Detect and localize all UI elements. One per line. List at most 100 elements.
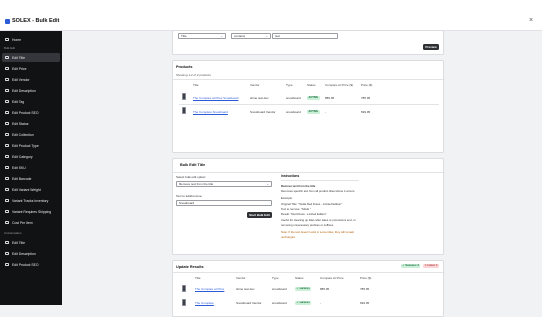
column-header: Title xyxy=(195,276,201,280)
text-to-remove-input[interactable]: Snowboard xyxy=(176,200,272,206)
update-results-title: Update Results xyxy=(176,265,204,269)
product-type-icon xyxy=(5,143,9,148)
description-icon xyxy=(5,88,9,93)
sidebar-item-edit-variant-weight[interactable]: Edit Variant Weight xyxy=(2,185,60,194)
bulk-edit-title: Bulk Edit Title xyxy=(180,163,206,167)
sidebar-section-ai-automation: AI Automation xyxy=(4,231,22,235)
product-title-link[interactable]: The Compare at Price Snowboard xyxy=(193,96,238,100)
instruction-line: Remove text from the title xyxy=(281,184,316,188)
seo-icon xyxy=(5,110,9,115)
chevron-down-icon: ⌄ xyxy=(266,182,269,186)
result-compare-price: - xyxy=(320,301,321,305)
success-count-badge: ✓ Success: 2 xyxy=(401,264,421,268)
sidebar-item-variant-requires-shipping[interactable]: Variant Requires Shipping xyxy=(2,207,60,216)
product-compare-price: 885.95 xyxy=(325,96,335,100)
column-header: Compare At Price ($) xyxy=(325,83,354,87)
divider xyxy=(173,172,445,173)
product-thumbnail xyxy=(182,285,186,292)
divider xyxy=(281,180,359,181)
product-title-link[interactable]: The Complete Snowboard xyxy=(193,110,228,114)
result-price: 699.95 xyxy=(360,301,370,305)
barcode-icon xyxy=(5,176,9,181)
column-header: Price ($) xyxy=(360,276,372,280)
products-summary: Showing 1-2 of 2 products xyxy=(176,73,211,77)
chevron-down-icon: ⌄ xyxy=(265,34,268,38)
filter-field-select[interactable]: Title ⌄ xyxy=(178,33,226,39)
sidebar-item-edit-product-type[interactable]: Edit Product Type xyxy=(2,141,60,150)
filter-value-input[interactable]: test xyxy=(272,33,338,39)
column-header: Type xyxy=(286,83,293,87)
instructions-title: Instructions xyxy=(281,174,300,178)
sidebar-item-edit-sku[interactable]: Edit SKU xyxy=(2,163,60,172)
edit-icon xyxy=(5,55,9,60)
instruction-note: Note: If the text doesn't exist in some … xyxy=(281,230,355,234)
sidebar-item-edit-product-seo[interactable]: Edit Product SEO xyxy=(2,108,60,117)
sidebar-item-edit-description[interactable]: Edit Description xyxy=(2,86,60,95)
main-content: Title ⌄ contains ⌄ test Preview Products S… xyxy=(62,30,542,317)
filter-card: Title ⌄ contains ⌄ test Preview xyxy=(172,30,444,55)
collection-icon xyxy=(5,132,9,137)
sidebar-item-edit-vendor[interactable]: Edit Vendor xyxy=(2,75,60,84)
sidebar-item-edit-status[interactable]: Edit Status xyxy=(2,119,60,128)
sidebar-item-edit-tag[interactable]: Edit Tag xyxy=(2,97,60,106)
sidebar-item-edit-collection[interactable]: Edit Collection xyxy=(2,130,60,139)
product-compare-price: - xyxy=(325,110,326,114)
result-title-link[interactable]: The Compare at Price xyxy=(195,287,224,291)
column-header: Vendor xyxy=(250,83,260,87)
weight-icon xyxy=(5,187,9,192)
tag-icon xyxy=(5,99,9,104)
app-logo-icon xyxy=(5,19,10,24)
product-vendor: shine test dev xyxy=(250,96,269,100)
vendor-icon xyxy=(5,77,9,82)
instruction-note: unchanged. xyxy=(281,235,296,239)
sidebar-item-home[interactable]: Home xyxy=(2,35,60,44)
sidebar-item-ai-edit-description[interactable]: Edit Description xyxy=(2,249,60,258)
text-label: Text to add/remove: xyxy=(176,194,203,198)
start-bulk-edit-button[interactable]: Start Bulk Edit xyxy=(247,212,272,218)
status-badge: ACTIVE xyxy=(307,95,320,100)
edit-icon xyxy=(5,240,9,245)
result-type: snowboard xyxy=(272,301,287,305)
description-icon xyxy=(5,251,9,256)
instruction-line: Useful for cleaning up titles after sale… xyxy=(281,218,356,222)
home-icon xyxy=(5,37,9,42)
product-price: 699.95 xyxy=(361,110,371,114)
inventory-icon xyxy=(5,198,9,203)
sidebar-item-edit-price[interactable]: Edit Price xyxy=(2,64,60,73)
column-header: Type xyxy=(272,276,279,280)
divider xyxy=(173,79,445,80)
result-type: snowboard xyxy=(272,287,287,291)
column-header: Price ($) xyxy=(361,83,373,87)
instruction-line: Text to remove: "SALE " xyxy=(281,207,311,211)
bulk-edit-card: Bulk Edit Title Select bulk edit option:… xyxy=(172,158,445,255)
filter-operator-select[interactable]: contains ⌄ xyxy=(231,33,271,39)
sidebar-item-variant-tracks-inventory[interactable]: Variant Tracks Inventory xyxy=(2,196,60,205)
products-card: Products Showing 1-2 of 2 products Title… xyxy=(172,60,445,153)
sidebar-item-edit-barcode[interactable]: Edit Barcode xyxy=(2,174,60,183)
close-icon[interactable]: × xyxy=(529,17,533,24)
sidebar-item-ai-edit-product-seo[interactable]: Edit Product SEO xyxy=(2,260,60,269)
sidebar-item-cost-per-item[interactable]: Cost Per Item xyxy=(2,218,60,227)
sidebar-item-edit-category[interactable]: Edit Category xyxy=(2,152,60,161)
result-status-badge: ✓ success xyxy=(295,300,312,305)
category-icon xyxy=(5,154,9,159)
result-status-badge: ✓ success xyxy=(295,286,312,291)
product-type: snowboard xyxy=(286,110,301,114)
option-label: Select bulk edit option: xyxy=(176,175,207,179)
result-compare-price: 885.95 xyxy=(320,287,330,291)
product-price: 785.95 xyxy=(361,96,371,100)
products-title: Products xyxy=(176,65,193,69)
bulk-option-select[interactable]: Remove text from the title ⌄ xyxy=(176,181,272,187)
column-header: Compare At Price xyxy=(320,276,344,280)
column-header: Vendor xyxy=(236,276,246,280)
result-title-link[interactable]: The Complete xyxy=(195,301,214,305)
preview-button[interactable]: Preview xyxy=(423,44,439,50)
chevron-down-icon: ⌄ xyxy=(220,34,223,38)
instruction-line: Original Title: "SALE Red Dress - Limite… xyxy=(281,202,343,206)
update-results-card: Update Results ✓ Success: 2 ✕ Failed: 0 … xyxy=(172,260,445,317)
seo-icon xyxy=(5,262,9,267)
sidebar-item-edit-title[interactable]: Edit Title xyxy=(2,53,60,62)
failed-count-badge: ✕ Failed: 0 xyxy=(423,264,439,268)
sidebar-item-ai-edit-title[interactable]: Edit Title xyxy=(2,238,60,247)
divider xyxy=(173,272,445,273)
